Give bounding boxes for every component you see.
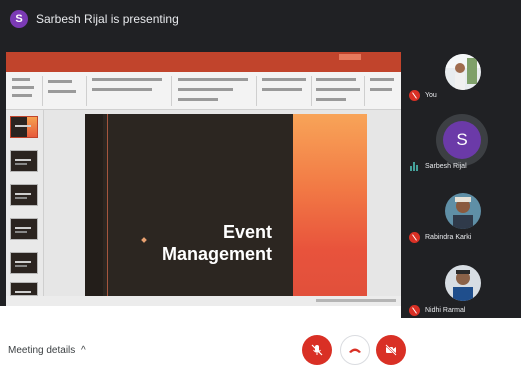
ppt-status-bar [6,296,401,306]
slide-title: Management [161,244,272,264]
slide-thumbnail[interactable] [10,282,38,296]
slide-thumbnail[interactable] [10,150,38,172]
slide-left-strip [85,114,103,296]
meeting-details-button[interactable]: Meeting details [8,345,75,356]
ppt-title-bar [6,52,401,62]
slide-accent-panel [293,114,367,296]
ppt-ribbon [6,72,401,110]
shared-screen: Event Management [0,38,401,306]
meeting-controls: Meeting details ^ [0,318,521,368]
current-slide: Event Management [85,114,367,296]
slide-thumbnails [6,110,44,296]
participant-tile[interactable]: S Sarbesh Rijal [401,108,521,178]
slide-thumbnail[interactable] [10,252,38,274]
participant-avatar: S [443,121,481,159]
slide-thumbnail[interactable] [10,116,38,138]
participant-photo [445,193,481,229]
participant-name: You [425,92,437,99]
slide-title: Event [222,222,272,242]
participant-photo [445,54,481,90]
presenting-bar: S Sarbesh Rijal is presenting [0,0,521,38]
participant-name: Rabindra Karki [425,234,472,241]
zoom-slider [316,299,396,302]
participant-name: Nidhi Rarmal [425,307,466,314]
mic-off-icon [409,232,420,243]
video-off-icon [385,344,397,356]
meet-window: S Sarbesh Rijal is presenting Event Mana… [0,0,521,368]
call-end-icon [349,348,361,353]
slide-thumbnail[interactable] [10,184,38,206]
slide-divider [107,114,108,296]
participant-name: Sarbesh Rijal [425,163,467,170]
slide-thumbnail[interactable] [10,218,38,240]
participant-photo [445,265,481,301]
participants-panel: You S Sarbesh Rijal Rabindra Karki Nidhi… [401,38,521,318]
participant-tile[interactable]: Nidhi Rarmal [401,253,521,323]
mic-off-icon [311,344,323,356]
ppt-share-button [339,54,361,60]
presenting-text: Sarbesh Rijal is presenting [36,12,179,26]
camera-toggle-button[interactable] [376,335,406,365]
end-call-button[interactable] [340,335,370,365]
mic-off-icon [409,90,420,101]
mic-off-icon [409,305,420,316]
ppt-ribbon-tabs [6,62,401,72]
speaking-indicator-icon [409,161,420,172]
mic-toggle-button[interactable] [302,335,332,365]
chevron-up-icon[interactable]: ^ [81,345,86,356]
presenter-avatar: S [10,10,28,28]
participant-tile[interactable]: Rabindra Karki [401,183,521,253]
participant-tile[interactable]: You [401,38,521,108]
